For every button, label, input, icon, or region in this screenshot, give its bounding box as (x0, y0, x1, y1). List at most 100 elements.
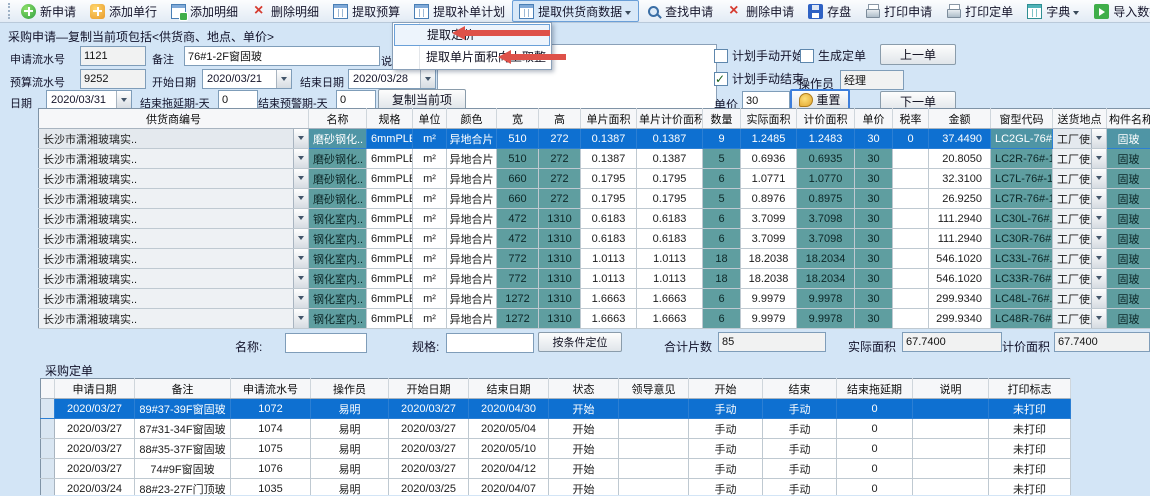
cell[interactable]: 2020/04/30 (469, 399, 549, 419)
cell[interactable]: 固玻 (1107, 309, 1150, 329)
column-header[interactable]: 供货商编号 (39, 109, 309, 129)
cell[interactable]: 272 (539, 169, 581, 189)
cell[interactable]: 1075 (231, 439, 311, 459)
cell[interactable]: 6mmPLE.. (367, 289, 413, 309)
toolbar-add-single-row[interactable]: 添加单行 (83, 0, 164, 22)
cell[interactable]: 1035 (231, 479, 311, 496)
cell[interactable]: 2020/03/27 (55, 419, 135, 439)
cell[interactable]: 1.0113 (637, 249, 703, 269)
cell[interactable]: 88#35-37F窗固玻 (135, 439, 231, 459)
cell[interactable]: 30 (855, 189, 893, 209)
cell[interactable]: 0.8975 (797, 189, 855, 209)
cell[interactable]: 易明 (311, 419, 389, 439)
column-header[interactable]: 开始日期 (389, 379, 469, 399)
cell[interactable]: 89#37-39F窗固玻 (135, 399, 231, 419)
cell[interactable]: 5 (703, 149, 741, 169)
cell[interactable]: 固玻 (1107, 169, 1150, 189)
cell[interactable]: 0.6183 (637, 229, 703, 249)
cell[interactable]: 长沙市潇湘玻璃实.. (39, 149, 309, 169)
cell[interactable]: 磨砂钢化.. (309, 149, 367, 169)
cell[interactable]: 工厂使用 (1053, 269, 1107, 289)
cell[interactable] (913, 399, 989, 419)
cell[interactable]: 开始 (549, 439, 619, 459)
cell[interactable]: 772 (497, 269, 539, 289)
column-header[interactable]: 构件名称 (1107, 109, 1150, 129)
toolbar-import-data[interactable]: 导入数据 (1087, 0, 1150, 22)
filter-name-input[interactable] (285, 333, 367, 353)
cell[interactable]: 74#9F窗固玻 (135, 459, 231, 479)
chevron-down-icon[interactable] (1091, 269, 1106, 288)
cell[interactable]: 手动 (689, 399, 763, 419)
chevron-down-icon[interactable] (1091, 129, 1106, 148)
cell[interactable]: 26.9250 (929, 189, 991, 209)
cell[interactable]: 手动 (689, 479, 763, 496)
cell[interactable]: LC2R-76#-1F (991, 149, 1053, 169)
cell[interactable]: 30 (855, 149, 893, 169)
cell[interactable]: 0 (837, 419, 913, 439)
cell[interactable]: m² (413, 309, 447, 329)
cell[interactable]: 异地合片 (447, 149, 497, 169)
cell[interactable]: 6 (703, 309, 741, 329)
checkbox-plan-manual-end[interactable]: 计划手动结束 (714, 70, 804, 87)
cell[interactable]: 1.6663 (637, 309, 703, 329)
cell[interactable]: 1310 (539, 269, 581, 289)
column-header[interactable]: 结束拖延期 (837, 379, 913, 399)
cell[interactable]: 1272 (497, 309, 539, 329)
cell[interactable]: 3.7098 (797, 229, 855, 249)
cell[interactable]: LC30R-76#.. (991, 229, 1053, 249)
cell[interactable]: 1.6663 (637, 289, 703, 309)
cell[interactable]: 异地合片 (447, 269, 497, 289)
column-header[interactable]: 领导意见 (619, 379, 689, 399)
cell[interactable]: 9.9978 (797, 309, 855, 329)
cell[interactable]: 固玻 (1107, 249, 1150, 269)
cell[interactable]: 30 (855, 229, 893, 249)
cell[interactable]: LC7R-76#-1FO (991, 189, 1053, 209)
cell[interactable]: 472 (497, 229, 539, 249)
chevron-down-icon[interactable] (293, 209, 308, 228)
chevron-down-icon[interactable] (293, 129, 308, 148)
cell[interactable]: 手动 (763, 419, 837, 439)
cell[interactable]: 手动 (763, 459, 837, 479)
column-header[interactable]: 规格 (367, 109, 413, 129)
cell[interactable]: 未打印 (989, 439, 1071, 459)
cell[interactable]: 钢化室内.. (309, 309, 367, 329)
toolbar-dictionary[interactable]: 字典 (1020, 0, 1087, 22)
toolbar-delete-request[interactable]: 删除申请 (720, 0, 801, 22)
cell[interactable]: 3.7099 (741, 209, 797, 229)
column-header[interactable]: 打印标志 (989, 379, 1071, 399)
cell[interactable]: 工厂使用 (1053, 189, 1107, 209)
cell[interactable]: 1.0113 (581, 269, 637, 289)
cell[interactable]: 1310 (539, 229, 581, 249)
toolbar-extract-supplement-plan[interactable]: 提取补单计划 (407, 0, 512, 22)
cell[interactable]: 工厂使用 (1053, 169, 1107, 189)
cell[interactable]: 1.2483 (797, 129, 855, 149)
column-header[interactable]: 申请日期 (55, 379, 135, 399)
column-header[interactable]: 高 (539, 109, 581, 129)
cell[interactable]: 1.0113 (581, 249, 637, 269)
toolbar-extract-supplier-data[interactable]: 提取供货商数据 (512, 0, 639, 22)
cell[interactable]: 易明 (311, 399, 389, 419)
cell[interactable]: 易明 (311, 459, 389, 479)
cell[interactable]: 手动 (689, 439, 763, 459)
cell[interactable]: 1072 (231, 399, 311, 419)
cell[interactable]: 异地合片 (447, 169, 497, 189)
cell[interactable]: 1.6663 (581, 309, 637, 329)
cell[interactable]: 272 (539, 129, 581, 149)
cell[interactable]: 0.1795 (581, 169, 637, 189)
cell[interactable]: 510 (497, 149, 539, 169)
toolbar-new-request[interactable]: 新申请 (14, 0, 83, 22)
cell[interactable]: m² (413, 269, 447, 289)
cell[interactable]: 易明 (311, 439, 389, 459)
cell[interactable]: LC48R-76#.. (991, 309, 1053, 329)
cell[interactable]: 2020/03/27 (389, 419, 469, 439)
cell[interactable]: 1.2485 (741, 129, 797, 149)
chevron-down-icon[interactable] (1091, 249, 1106, 268)
cell[interactable]: 9.9979 (741, 309, 797, 329)
checkbox-generate-order[interactable]: 生成定单 (800, 47, 866, 64)
cell[interactable]: LC33L-76#.. (991, 249, 1053, 269)
cell[interactable]: 32.3100 (929, 169, 991, 189)
cell[interactable]: 开始 (549, 419, 619, 439)
toolbar-print-request[interactable]: 打印申请 (858, 0, 939, 22)
cell[interactable]: m² (413, 209, 447, 229)
chevron-down-icon[interactable] (293, 149, 308, 168)
